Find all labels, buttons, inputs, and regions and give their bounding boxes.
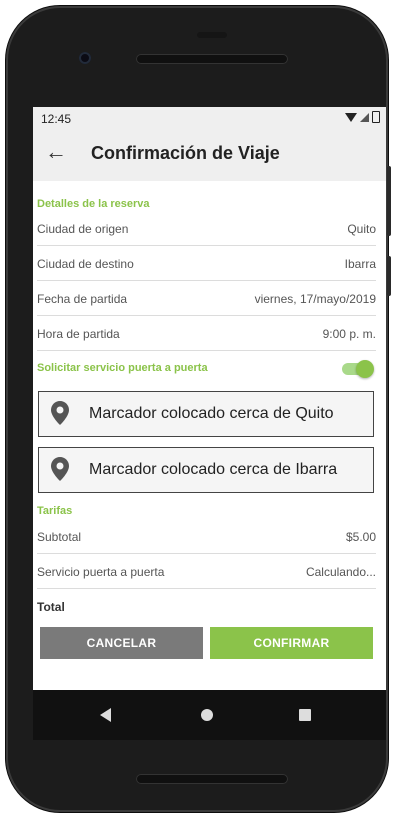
wifi-icon [345,112,357,122]
location-pin-icon [51,401,69,430]
departure-time-label: Hora de partida [37,327,120,341]
earpiece-speaker [136,54,288,64]
fares-section-label: Tarifas [37,505,73,517]
row-subtotal: Subtotal $5.00 [37,519,376,554]
confirm-button[interactable]: CONFIRMAR [210,627,373,659]
origin-marker-text: Marcador colocado cerca de Quito [89,405,334,422]
status-icons [345,111,380,123]
location-pin-icon [51,457,69,486]
destination-marker-text: Marcador colocado cerca de Ibarra [89,461,338,478]
back-arrow-icon[interactable]: ← [45,141,67,163]
volume-button [387,256,391,296]
row-origin-city: Ciudad de origen Quito [37,211,376,246]
app-screen: 12:45 ← Confirmación de Viaje Detalles d… [33,107,386,690]
door-service-toggle[interactable] [342,360,374,378]
destination-city-label: Ciudad de destino [37,257,134,271]
total-label: Total [37,600,65,614]
status-bar: 12:45 [33,107,386,129]
departure-date-value: viernes, 17/mayo/2019 [254,292,376,306]
nav-back-icon[interactable] [100,708,111,722]
destination-city-value: Ibarra [344,257,376,271]
row-departure-time: Hora de partida 9:00 p. m. [37,316,376,351]
top-sensor [197,32,227,38]
app-bar: ← Confirmación de Viaje [33,129,386,181]
door-service-fare-label: Servicio puerta a puerta [37,565,165,579]
origin-city-value: Quito [347,222,376,236]
signal-icon [360,112,369,122]
row-total: Total [37,589,376,623]
cancel-button[interactable]: CANCELAR [40,627,203,659]
row-destination-city: Ciudad de destino Ibarra [37,246,376,281]
door-service-row: Solicitar servicio puerta a puerta [37,354,376,384]
toggle-knob [356,360,374,378]
origin-marker-field[interactable]: Marcador colocado cerca de Quito [38,391,374,437]
subtotal-label: Subtotal [37,530,82,544]
power-button [387,166,391,236]
row-door-service-fare: Servicio puerta a puerta Calculando... [37,554,376,589]
booking-section-label: Detalles de la reserva [37,198,150,210]
android-nav-bar [33,690,386,740]
door-service-label: Solicitar servicio puerta a puerta [37,362,208,374]
departure-date-label: Fecha de partida [37,292,128,306]
status-time: 12:45 [41,112,72,126]
front-camera [79,52,91,64]
row-departure-date: Fecha de partida viernes, 17/mayo/2019 [37,281,376,316]
destination-marker-field[interactable]: Marcador colocado cerca de Ibarra [38,447,374,493]
origin-city-label: Ciudad de origen [37,222,129,236]
battery-icon [372,111,380,123]
page-title: Confirmación de Viaje [91,143,280,163]
door-service-fare-value: Calculando... [305,565,376,579]
bottom-speaker [136,774,288,784]
nav-recents-icon[interactable] [299,709,311,721]
subtotal-value: $5.00 [345,530,376,544]
departure-time-value: 9:00 p. m. [322,327,376,341]
nav-home-icon[interactable] [201,709,213,721]
